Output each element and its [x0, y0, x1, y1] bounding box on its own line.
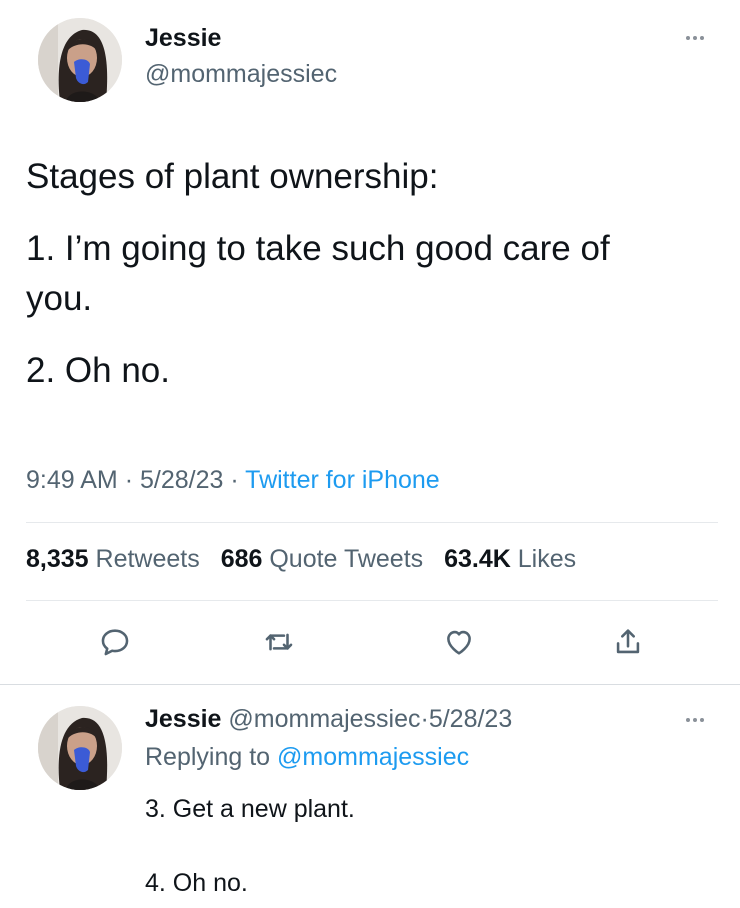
tweet-date[interactable]: 5/28/23 [140, 466, 223, 494]
like-button[interactable] [437, 620, 481, 664]
tweet-line: you. [26, 279, 93, 318]
reply-text-line: 3. Get a new plant. [145, 795, 355, 823]
retweet-button[interactable] [257, 620, 301, 664]
quote-tweets-count: 686 [220, 545, 263, 573]
likes-label: Likes [517, 545, 577, 573]
meta-separator: · [420, 705, 429, 733]
avatar-photo [38, 706, 122, 790]
like-icon [447, 630, 471, 655]
action-bar [0, 620, 740, 670]
author-avatar[interactable] [38, 18, 122, 102]
replying-to-label: Replying to [145, 743, 271, 771]
reply-more-options-icon[interactable] [686, 718, 704, 722]
tweet-line: 2. Oh no. [26, 351, 170, 390]
retweets-label: Retweets [95, 545, 200, 573]
tweet-line: Stages of plant ownership: [26, 157, 439, 196]
reply-icon [101, 629, 129, 656]
retweet-icon [265, 633, 293, 651]
reply-author-name[interactable]: Jessie [145, 705, 221, 733]
divider [26, 522, 718, 523]
quote-tweets-label: Quote Tweets [269, 545, 424, 573]
quote-tweets-stat[interactable]: 686 Quote Tweets [221, 545, 423, 573]
retweets-count: 8,335 [26, 545, 89, 573]
avatar-photo [38, 18, 122, 102]
reply-text-line: 4. Oh no. [145, 869, 248, 897]
engagement-stats: 8,335 Retweets 686 Quote Tweets 63.4K Li… [26, 545, 576, 574]
meta-separator: · [230, 466, 239, 494]
reply-date[interactable]: 5/28/23 [429, 705, 512, 733]
author-handle[interactable]: @mommajessiec [145, 60, 337, 89]
retweets-stat[interactable]: 8,335 Retweets [26, 545, 200, 573]
share-icon [616, 629, 640, 654]
likes-count: 63.4K [444, 545, 511, 573]
tweet-source[interactable]: Twitter for iPhone [245, 466, 440, 494]
divider [0, 684, 740, 685]
meta-separator: · [124, 466, 134, 494]
replying-to: Replying to @mommajessiec [145, 743, 469, 772]
tweet-text: Stages of plant ownership: 1. I’m going … [26, 152, 716, 396]
tweet-line: 1. I’m going to take such good care of [26, 229, 610, 268]
share-button[interactable] [606, 620, 650, 664]
reply-author-handle[interactable]: @mommajessiec [228, 705, 420, 733]
tweet-metadata: 9:49 AM · 5/28/23 · Twitter for iPhone [26, 466, 440, 495]
reply-header: Jessie @mommajessiec·5/28/23 [145, 705, 512, 734]
more-options-icon[interactable] [686, 36, 704, 40]
author-name[interactable]: Jessie [145, 24, 221, 53]
replying-to-mention[interactable]: @mommajessiec [277, 743, 469, 771]
likes-stat[interactable]: 63.4K Likes [444, 545, 576, 573]
reply-author-avatar[interactable] [38, 706, 122, 790]
reply-button[interactable] [93, 620, 137, 664]
tweet-time[interactable]: 9:49 AM [26, 466, 118, 494]
divider [26, 600, 718, 601]
